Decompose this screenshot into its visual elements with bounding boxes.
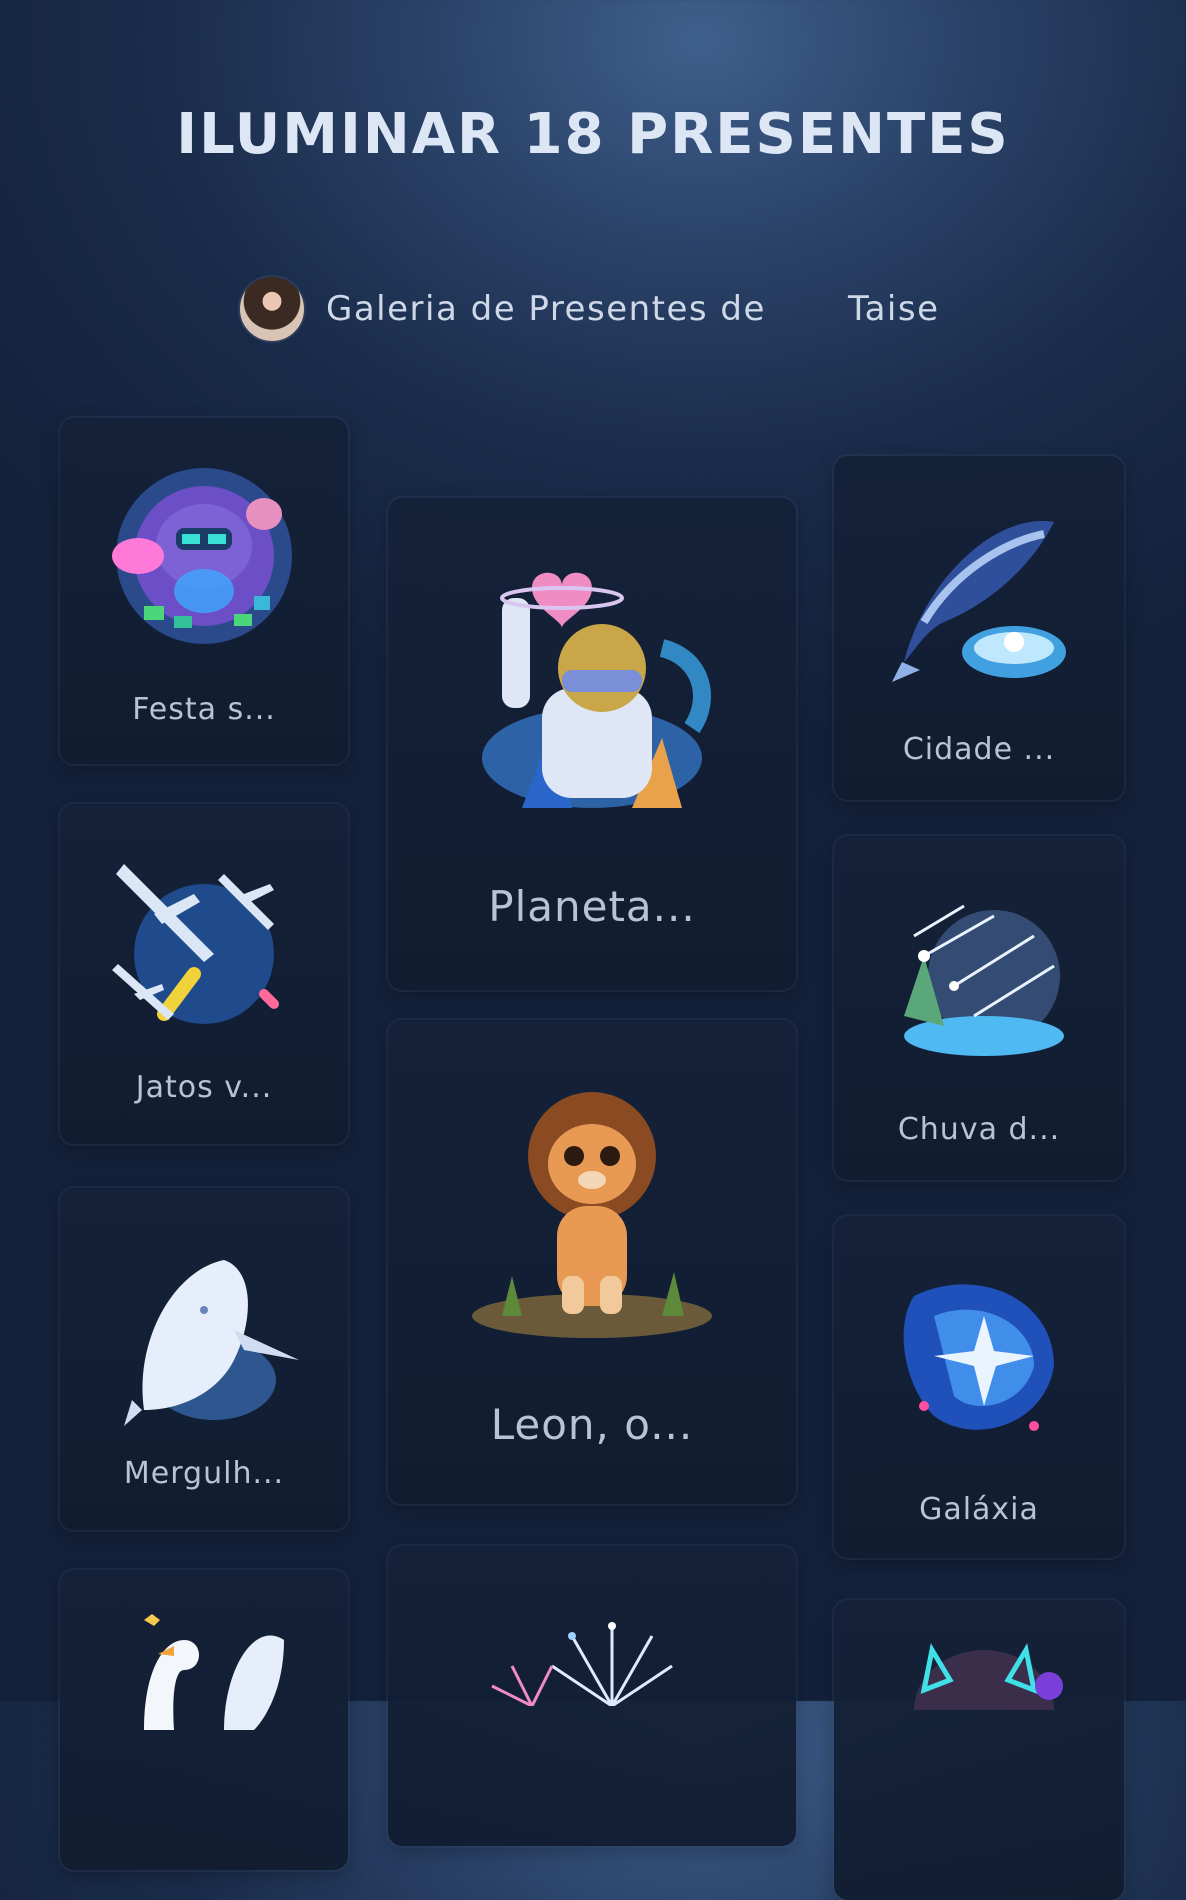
- avatar[interactable]: [238, 275, 306, 343]
- gift-label: Mergulh...: [123, 1456, 285, 1491]
- gift-label: Planeta...: [488, 882, 696, 931]
- jets-icon: [112, 864, 279, 1024]
- gallery-header[interactable]: Galeria de Presentes de Taise: [238, 274, 940, 344]
- party-cat-icon: [112, 468, 292, 644]
- gift-card-fireworks[interactable]: [388, 1546, 796, 1846]
- meteor-shower-icon: [904, 904, 1064, 1056]
- gift-card-galaxia[interactable]: Galáxia: [834, 1216, 1124, 1558]
- swan-icon: [144, 1614, 284, 1730]
- gift-card-planeta[interactable]: Planeta...: [388, 498, 796, 990]
- gallery-label: Galeria de Presentes de: [326, 289, 766, 329]
- astronaut-planet-icon: [482, 572, 711, 808]
- gift-label: Galáxia: [919, 1492, 1039, 1527]
- gift-card-chuva[interactable]: Chuva d...: [834, 836, 1124, 1180]
- gift-label: Festa s...: [132, 692, 276, 727]
- gift-card-swan[interactable]: [60, 1570, 348, 1870]
- gift-card-leon[interactable]: Leon, o...: [388, 1020, 796, 1504]
- page-title: ILUMINAR 18 PRESENTES: [176, 102, 1010, 167]
- gift-card-jatos[interactable]: Jatos v...: [60, 804, 348, 1144]
- fireworks-icon: [491, 1622, 673, 1706]
- gift-label: Leon, o...: [490, 1400, 694, 1449]
- gift-card-festa[interactable]: Festa s...: [60, 418, 348, 764]
- gift-card-cat-helmet[interactable]: [834, 1600, 1124, 1900]
- cat-helmet-icon: [914, 1643, 1063, 1710]
- diving-whale-icon: [124, 1260, 299, 1426]
- gallery-owner-name[interactable]: Taise: [848, 289, 940, 329]
- gift-label: Cidade ...: [902, 732, 1056, 767]
- whale-city-icon: [892, 521, 1066, 682]
- gift-label: Chuva d...: [897, 1112, 1061, 1147]
- gift-card-mergulho[interactable]: Mergulh...: [60, 1188, 348, 1530]
- gift-card-cidade[interactable]: Cidade ...: [834, 456, 1124, 800]
- lion-icon: [472, 1092, 712, 1338]
- galaxy-icon: [903, 1284, 1054, 1431]
- gift-label: Jatos v...: [135, 1070, 273, 1105]
